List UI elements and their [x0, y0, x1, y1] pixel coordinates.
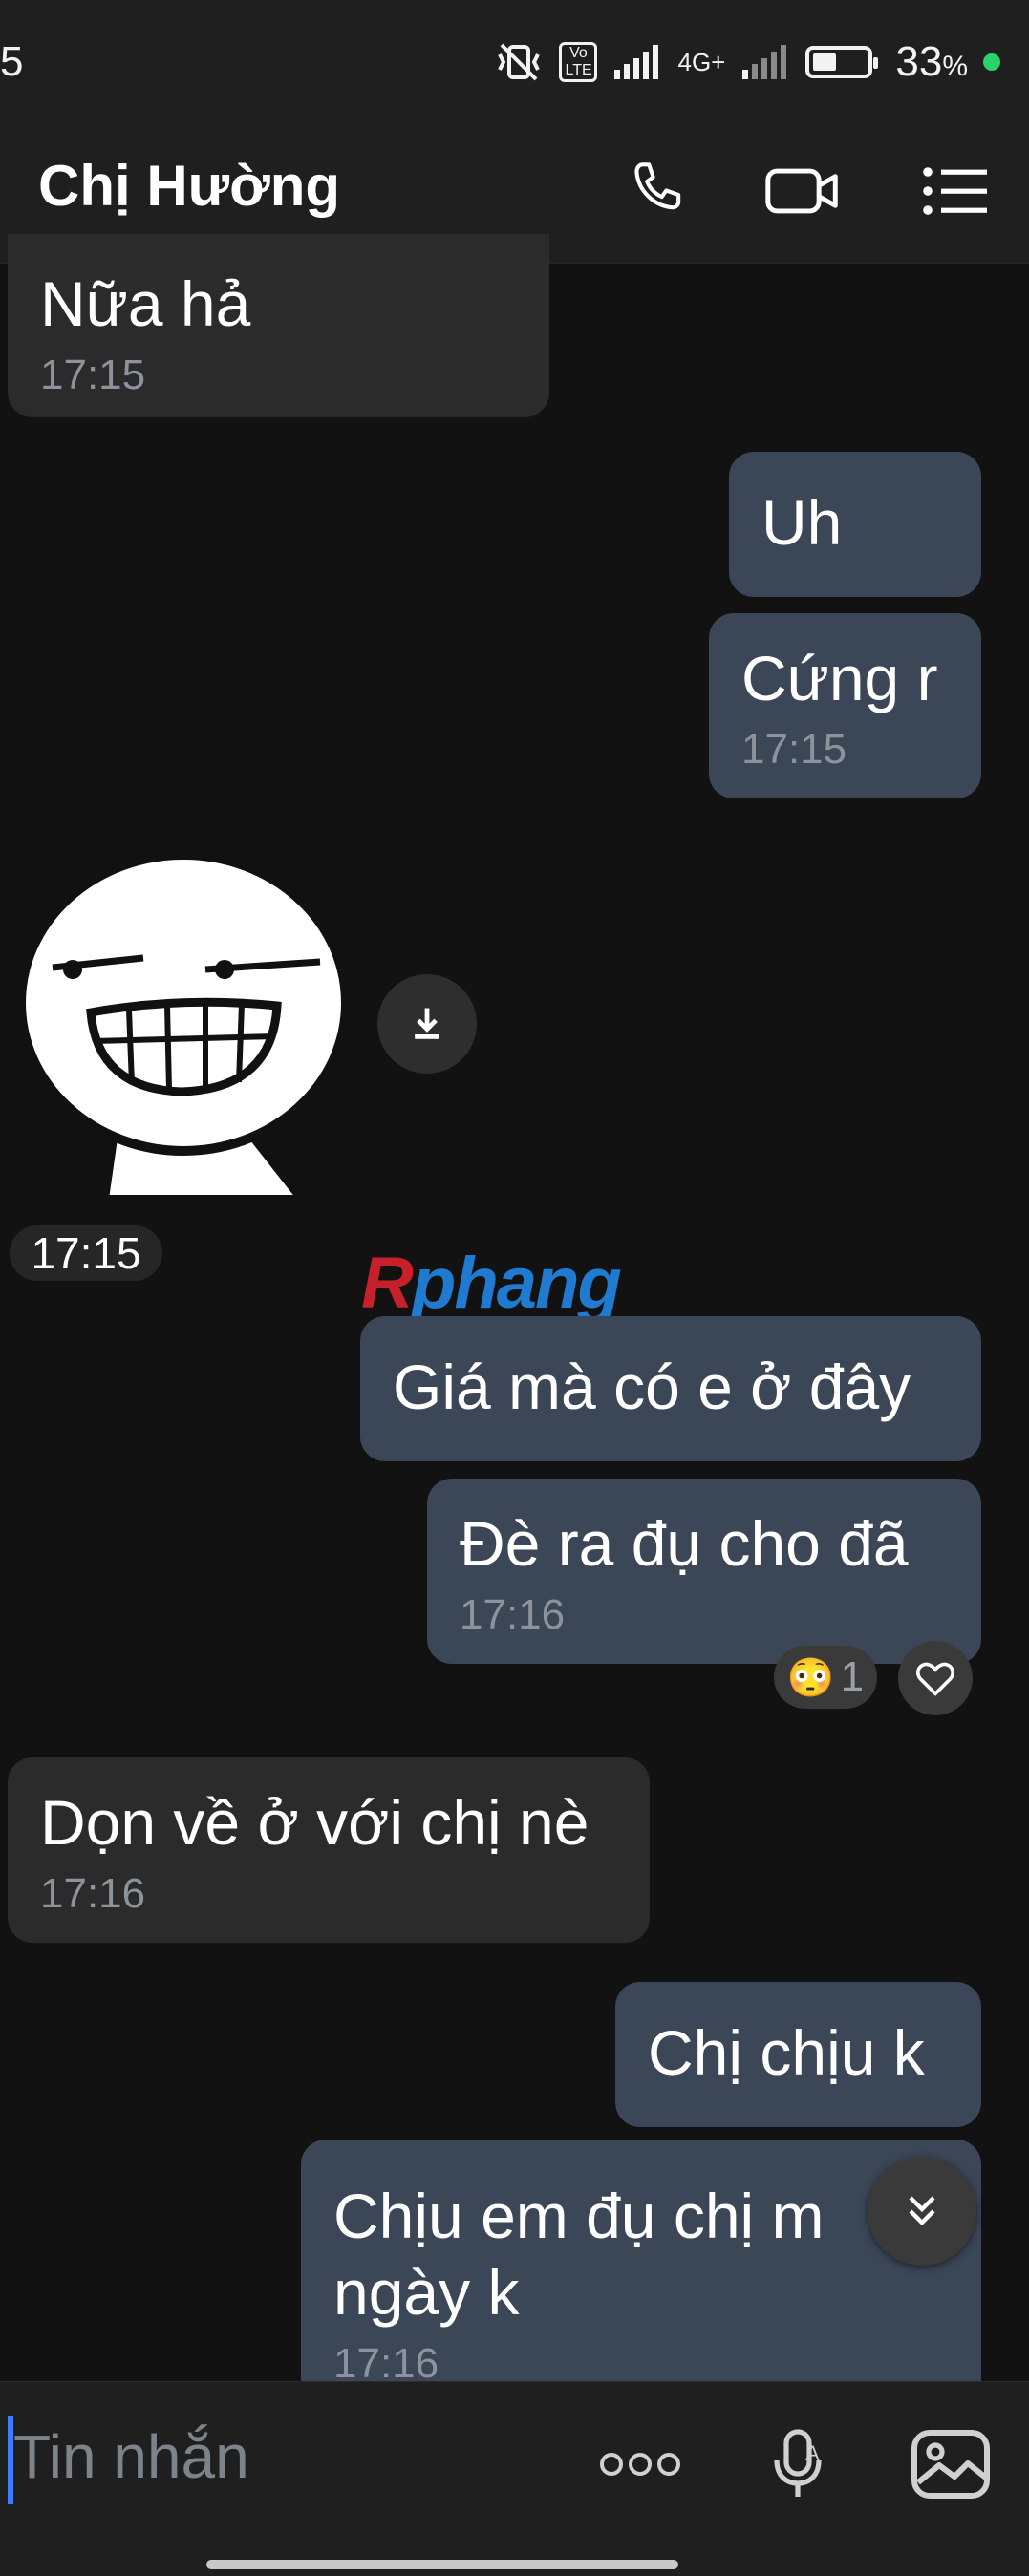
- reaction-emoji: 😳: [786, 1656, 835, 1699]
- more-dots-icon: [600, 2453, 680, 2476]
- message-time: 17:16: [460, 1591, 566, 1638]
- message-time: 17:15: [741, 726, 847, 773]
- network-type: 4G+: [677, 47, 726, 76]
- voice-to-text-button[interactable]: A: [750, 2421, 846, 2507]
- phone-icon: [634, 162, 681, 210]
- sticker-time: 17:15: [10, 1225, 162, 1281]
- download-button[interactable]: [377, 974, 477, 1074]
- mute-vibrate-icon: [498, 43, 541, 81]
- react-button[interactable]: [898, 1641, 973, 1715]
- message-input[interactable]: Tin nhắn: [13, 2421, 249, 2492]
- message-text-line2: ngày k: [333, 2257, 520, 2328]
- more-options-button[interactable]: [592, 2421, 688, 2507]
- message-text: Nữa hả: [40, 268, 251, 339]
- call-button[interactable]: [619, 153, 696, 229]
- battery-unit: %: [942, 51, 968, 82]
- message-sent[interactable]: Đè ra đụ cho đã 17:16: [427, 1479, 981, 1664]
- message-text-line1: Chịu em đụ chị m: [333, 2181, 825, 2251]
- message-sent[interactable]: Cứng r 17:15: [709, 613, 981, 798]
- gallery-button[interactable]: [903, 2421, 998, 2507]
- heart-icon: [916, 1662, 954, 1696]
- download-icon: [415, 1008, 439, 1039]
- reaction-badge[interactable]: 😳 1: [774, 1646, 877, 1709]
- menu-button[interactable]: [917, 153, 994, 229]
- sticker[interactable]: [10, 845, 354, 1203]
- volte-icon: Vo LTE: [559, 42, 598, 82]
- home-indicator[interactable]: [206, 2560, 678, 2569]
- message-time: 17:15: [40, 351, 146, 398]
- status-icons: Vo LTE 4G+ 33%: [494, 38, 1000, 86]
- contact-name[interactable]: Chị Hường: [38, 153, 340, 219]
- image-icon: [911, 2430, 990, 2499]
- message-sent[interactable]: Chị chịu k: [615, 1982, 981, 2127]
- message-sent[interactable]: Uh: [729, 452, 981, 597]
- message-time: 17:16: [40, 1870, 146, 1917]
- message-text: Đè ra đụ cho đã: [460, 1508, 909, 1579]
- grinning-face-sticker-icon: [16, 850, 351, 1203]
- double-chevron-down-icon: [909, 2196, 935, 2226]
- message-text: Giá mà có e ở đây: [393, 1352, 911, 1422]
- list-menu-icon: [923, 167, 987, 215]
- status-time: 5: [0, 38, 24, 85]
- message-text: Chị chịu k: [648, 2017, 925, 2088]
- battery-icon: [805, 46, 879, 78]
- signal-2-icon: [742, 45, 787, 79]
- message-text: Cứng r: [741, 643, 938, 713]
- message-text: Dọn về ở với chị nè: [40, 1787, 590, 1858]
- reaction-count: 1: [840, 1653, 865, 1700]
- video-icon: [765, 168, 838, 214]
- online-dot: [983, 53, 1000, 71]
- message-sent[interactable]: Giá mà có e ở đây: [360, 1316, 981, 1461]
- signal-icon: [614, 45, 659, 79]
- message-received[interactable]: Dọn về ở với chị nè 17:16: [8, 1757, 650, 1943]
- video-call-button[interactable]: [764, 153, 841, 229]
- microphone-icon: A: [774, 2429, 822, 2497]
- svg-text:A: A: [805, 2441, 820, 2465]
- message-text: Uh: [761, 487, 843, 558]
- message-received[interactable]: Nữa hả 17:15: [8, 234, 549, 417]
- scroll-to-bottom-button[interactable]: [868, 2157, 976, 2266]
- battery-level: 33: [895, 38, 943, 85]
- watermark-logo: Rphang: [361, 1243, 622, 1324]
